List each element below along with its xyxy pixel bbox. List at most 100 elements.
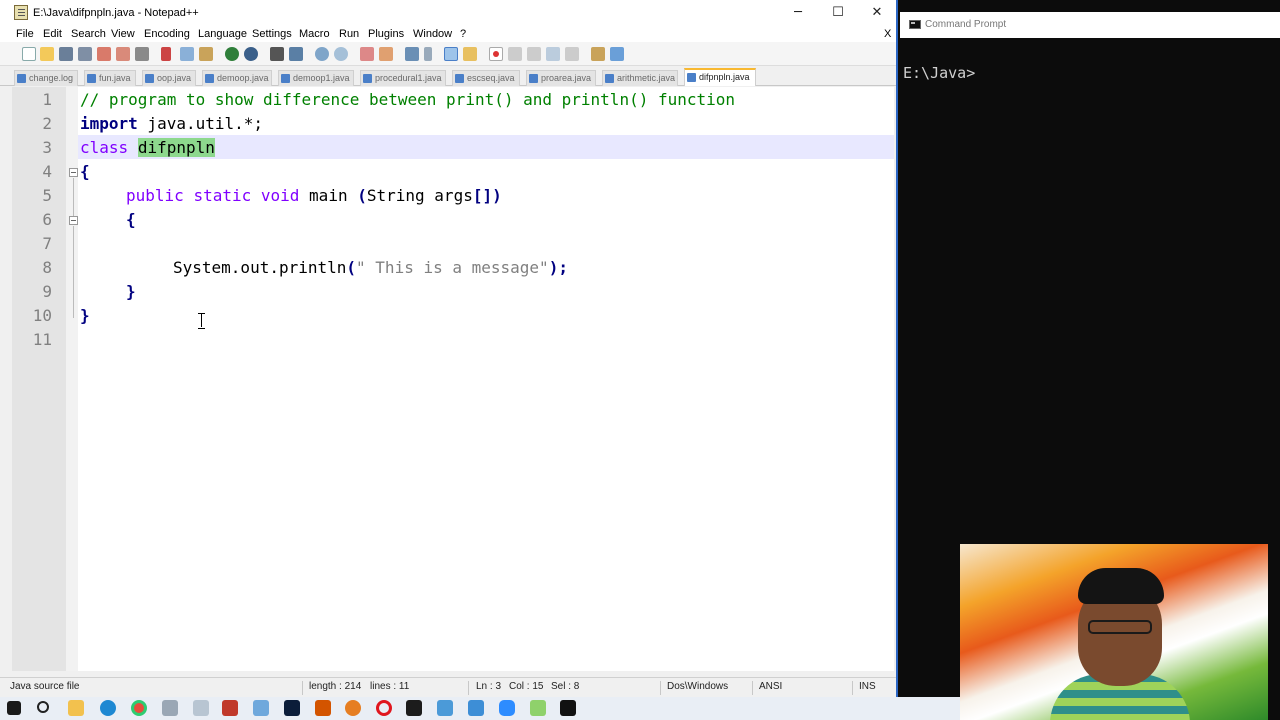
start-icon[interactable]: [7, 701, 21, 715]
sync-horizontal-icon[interactable]: [379, 47, 393, 61]
toolbar: [0, 42, 896, 66]
menu-edit[interactable]: Edit: [43, 28, 62, 40]
tab-arithmetic-java[interactable]: arithmetic.java: [602, 70, 678, 86]
tab-procedural1-java[interactable]: procedural1.java: [360, 70, 446, 86]
sync-vertical-icon[interactable]: [360, 47, 374, 61]
open-file-icon[interactable]: [40, 47, 54, 61]
tab-difpnpln-java[interactable]: difpnpln.java: [684, 68, 756, 86]
monitoring-icon[interactable]: [591, 47, 605, 61]
paren: (: [357, 186, 367, 205]
menu-window[interactable]: Window: [413, 28, 452, 40]
fold-toggle-icon[interactable]: [69, 216, 78, 225]
bracket-close: []): [472, 186, 502, 205]
zoom-icon[interactable]: [499, 700, 515, 716]
find-icon[interactable]: [270, 47, 284, 61]
close-all-icon[interactable]: [116, 47, 130, 61]
status-encoding: ANSI: [759, 681, 783, 692]
presenter-hair: [1078, 568, 1164, 604]
status-eol: Dos\Windows: [667, 681, 729, 692]
spell-check-icon[interactable]: [610, 47, 624, 61]
close-icon[interactable]: [97, 47, 111, 61]
app-icon[interactable]: [406, 700, 422, 716]
indent-guide-icon[interactable]: [444, 47, 458, 61]
file-explorer-icon[interactable]: [68, 700, 84, 716]
title-bar: E:\Java\difpnpln.java - Notepad++ ─ ☐ ✕: [0, 0, 896, 26]
menu-macro[interactable]: Macro: [299, 28, 330, 40]
tab-demoop-java[interactable]: demoop.java: [202, 70, 272, 86]
undo-icon[interactable]: [225, 47, 239, 61]
print-icon[interactable]: [135, 47, 149, 61]
cut-icon[interactable]: [161, 47, 171, 61]
paren: (: [346, 258, 357, 277]
close-document-button[interactable]: X: [884, 28, 891, 40]
zoom-out-icon[interactable]: [334, 47, 348, 61]
tab-fun-java[interactable]: fun.java: [84, 70, 136, 86]
app-icon[interactable]: [253, 700, 269, 716]
app-icon[interactable]: [193, 700, 209, 716]
notepadpp-icon[interactable]: [530, 700, 546, 716]
tab-change-log[interactable]: change.log: [14, 70, 78, 86]
show-all-chars-icon[interactable]: [424, 47, 432, 61]
save-icon[interactable]: [59, 47, 73, 61]
fold-toggle-icon[interactable]: [69, 168, 78, 177]
stop-record-icon[interactable]: [508, 47, 522, 61]
run-macro-multiple-icon[interactable]: [546, 47, 560, 61]
status-line: Ln : 3: [476, 681, 502, 692]
tab-escseq-java[interactable]: escseq.java: [452, 70, 520, 86]
menu-view[interactable]: View: [111, 28, 135, 40]
tab-demoop1-java[interactable]: demoop1.java: [278, 70, 354, 86]
tab-oop-java[interactable]: oop.java: [142, 70, 196, 86]
app-icon[interactable]: [315, 700, 331, 716]
paste-icon[interactable]: [199, 47, 213, 61]
copy-icon[interactable]: [180, 47, 194, 61]
menu-settings[interactable]: Settings: [252, 28, 292, 40]
code-editor[interactable]: 1 2 3 4 5 6 7 8 9 10 11 // program to sh…: [12, 87, 894, 671]
replace-icon[interactable]: [289, 47, 303, 61]
search-icon[interactable]: [37, 701, 49, 713]
cmd-icon[interactable]: [560, 700, 576, 716]
save-all-icon[interactable]: [78, 47, 92, 61]
cmd-title: Command Prompt: [925, 19, 1007, 30]
string-literal: " This is a message": [356, 258, 549, 277]
record-macro-icon[interactable]: [489, 47, 503, 61]
code-line-3: class difpnpln: [80, 138, 215, 157]
edge-icon[interactable]: [100, 700, 116, 716]
photoshop-icon[interactable]: [284, 700, 300, 716]
word-wrap-icon[interactable]: [405, 47, 419, 61]
app-icon[interactable]: [222, 700, 238, 716]
play-macro-icon[interactable]: [527, 47, 541, 61]
menu-search[interactable]: Search: [71, 28, 106, 40]
line-number: 3: [42, 138, 52, 157]
line-number: 9: [42, 282, 52, 301]
zoom-in-icon[interactable]: [315, 47, 329, 61]
keyword-static: static: [193, 186, 252, 205]
app-icon[interactable]: [162, 700, 178, 716]
minimize-button[interactable]: ─: [778, 0, 818, 26]
maximize-button[interactable]: ☐: [818, 0, 858, 26]
line-number: 10: [32, 306, 52, 325]
menu-plugins[interactable]: Plugins: [368, 28, 404, 40]
menu-file[interactable]: File: [16, 28, 34, 40]
code-line-1: // program to show difference between pr…: [80, 90, 736, 109]
redo-icon[interactable]: [244, 47, 258, 61]
cmd-prompt-text[interactable]: E:\Java>: [903, 64, 975, 82]
new-file-icon[interactable]: [22, 47, 36, 61]
code-line-6: {: [126, 210, 136, 229]
tab-proarea-java[interactable]: proarea.java: [526, 70, 596, 86]
method-name: main: [309, 186, 348, 205]
menu-language[interactable]: Language: [198, 28, 247, 40]
menu-encoding[interactable]: Encoding: [144, 28, 190, 40]
status-selection: Sel : 8: [551, 681, 580, 692]
code-line-9: }: [126, 282, 136, 301]
opera-icon[interactable]: [376, 700, 392, 716]
app-icon[interactable]: [437, 700, 453, 716]
taskbar: [0, 697, 960, 720]
user-lang-icon[interactable]: [463, 47, 477, 61]
save-macro-icon[interactable]: [565, 47, 579, 61]
app-icon[interactable]: [468, 700, 484, 716]
close-button[interactable]: ✕: [857, 0, 897, 26]
chrome-icon[interactable]: [131, 700, 147, 716]
menu-run[interactable]: Run: [339, 28, 359, 40]
firefox-icon[interactable]: [345, 700, 361, 716]
menu-help[interactable]: ?: [460, 28, 466, 40]
